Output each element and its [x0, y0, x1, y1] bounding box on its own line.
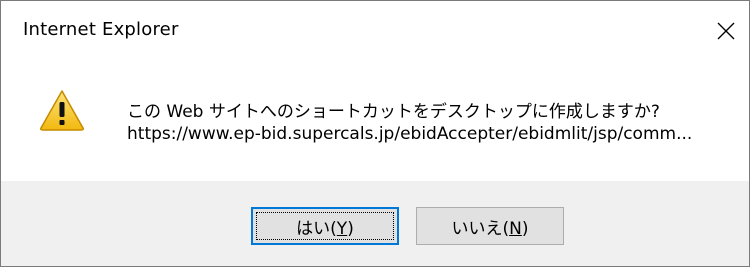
title-bar[interactable]: Internet Explorer: [1, 1, 749, 61]
close-button[interactable]: [703, 1, 749, 61]
no-button-label: いいえ(N): [451, 218, 529, 239]
yes-button[interactable]: はい(Y): [251, 207, 399, 245]
no-button[interactable]: いいえ(N): [416, 207, 564, 245]
button-bar: はい(Y) いいえ(N): [1, 181, 749, 266]
window-title: Internet Explorer: [23, 19, 179, 40]
close-icon: [717, 22, 735, 40]
confirm-dialog: Internet Explorer この Web サイトへのショートカットをデス…: [0, 0, 750, 267]
dialog-body: この Web サイトへのショートカットをデスクトップに作成しますか? https…: [1, 61, 749, 181]
yes-button-label: はい(Y): [296, 218, 354, 239]
warning-icon: [40, 90, 84, 131]
confirm-message: この Web サイトへのショートカットをデスクトップに作成しますか?: [127, 102, 660, 122]
shortcut-url: https://www.ep-bid.supercals.jp/ebidAcce…: [127, 124, 693, 144]
